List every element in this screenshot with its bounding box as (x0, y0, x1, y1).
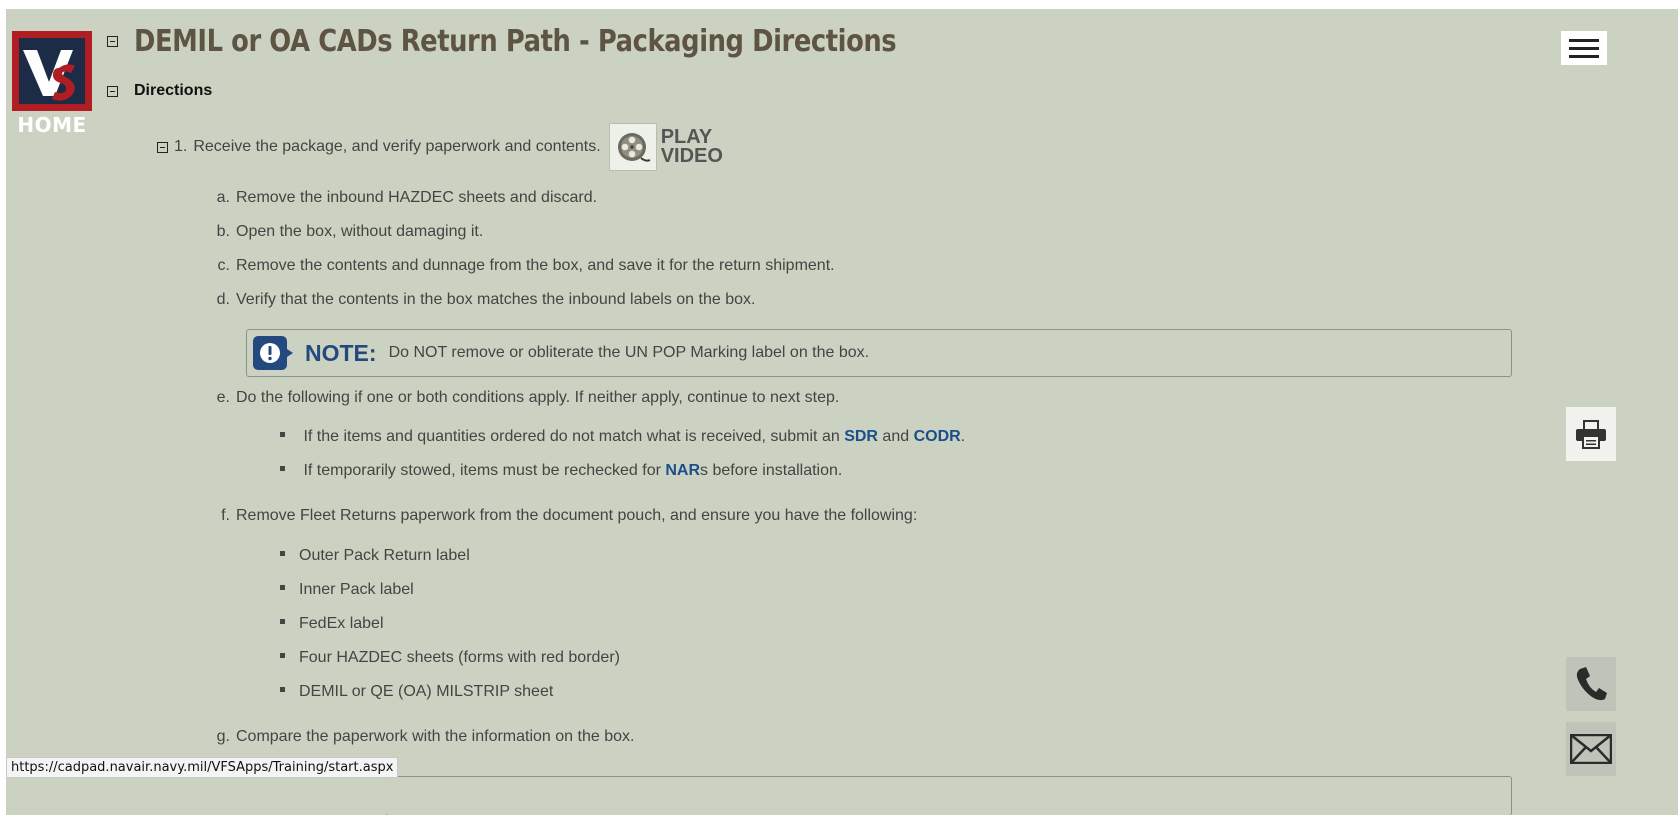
partial-note-box (386, 776, 1512, 815)
item-text: Do the following if one or both conditio… (236, 389, 840, 406)
sdr-link[interactable]: SDR (844, 428, 878, 445)
item-text: Remove Fleet Returns paperwork from the … (236, 507, 918, 524)
play-video-button[interactable]: PLAY VIDEO (608, 123, 723, 171)
vs-logo-icon (19, 38, 85, 104)
play-video-label[interactable]: PLAY VIDEO (660, 127, 723, 167)
bullet-text: If temporarily stowed, items must be rec… (303, 462, 666, 479)
item-marker: b. (216, 223, 230, 240)
step-number: 1. (174, 138, 188, 155)
codr-link[interactable]: CODR (914, 428, 961, 445)
nar-link[interactable]: NAR (665, 462, 700, 479)
item-text: Compare the paperwork with the informati… (236, 728, 635, 745)
printer-icon[interactable] (1566, 407, 1616, 461)
collapse-icon[interactable] (107, 85, 118, 97)
bullet-item: If the items and quantities ordered do n… (280, 428, 965, 446)
item-text: Remove the contents and dunnage from the… (236, 257, 835, 274)
item-marker: g. (216, 728, 230, 745)
item-marker: a. (216, 189, 230, 206)
item-marker: c. (217, 257, 230, 274)
envelope-icon[interactable] (1566, 722, 1616, 776)
page-background: HOME DEMIL or OA CADs Return Path - Pack… (6, 9, 1678, 815)
item-text: Open the box, without damaging it. (236, 223, 484, 240)
bullet-item: FedEx label (280, 615, 384, 633)
list-item: g. Compare the paperwork with the informa… (206, 728, 635, 746)
item-marker: e. (216, 389, 230, 406)
list-item: c. Remove the contents and dunnage from t… (206, 257, 835, 275)
page-title: DEMIL or OA CADs Return Path - Packaging… (134, 24, 897, 59)
logo-frame (12, 31, 92, 111)
item-marker: d. (216, 291, 230, 308)
film-reel-icon[interactable] (608, 123, 657, 171)
item-text: Verify that the contents in the box matc… (236, 291, 756, 308)
home-logo[interactable]: HOME (12, 31, 92, 137)
item-marker: f. (221, 507, 230, 524)
hamburger-menu-icon[interactable] (1561, 31, 1607, 65)
list-item: e. Do the following if one or both condit… (206, 389, 840, 407)
bullet-text: s before installation. (700, 462, 843, 479)
note-box: NOTE: Do NOT remove or obliterate the UN… (246, 329, 1512, 377)
home-label[interactable]: HOME (12, 113, 92, 137)
list-item: f. Remove Fleet Returns paperwork from th… (206, 507, 917, 525)
exclamation-icon (253, 336, 293, 370)
note-label: NOTE: (305, 339, 377, 366)
phone-icon[interactable] (1566, 657, 1616, 711)
step-1-row: 1. Receive the package, and verify paper… (157, 123, 723, 171)
status-bar-url: https://cadpad.navair.navy.mil/VFSApps/T… (6, 757, 399, 778)
title-row: DEMIL or OA CADs Return Path - Packaging… (107, 24, 1020, 59)
item-text: Remove the inbound HAZDEC sheets and dis… (236, 189, 598, 206)
bullet-item: Outer Pack Return label (280, 547, 470, 565)
menu-line (1569, 46, 1599, 50)
bullet-item: DEMIL or QE (OA) MILSTRIP sheet (280, 683, 553, 701)
section-title: Directions (134, 82, 213, 99)
play-label-line2: VIDEO (660, 145, 723, 167)
directions-header: Directions (107, 82, 212, 100)
bullet-item: If temporarily stowed, items must be rec… (280, 462, 842, 480)
list-item: a. Remove the inbound HAZDEC sheets and d… (206, 189, 597, 207)
list-item: d. Verify that the contents in the box ma… (206, 291, 756, 309)
bullet-text: If the items and quantities ordered do n… (303, 428, 845, 445)
menu-line (1569, 38, 1599, 42)
bullet-item: Inner Pack label (280, 581, 414, 599)
menu-line (1569, 54, 1599, 58)
bullet-text: . (960, 428, 966, 445)
step-text: Receive the package, and verify paperwor… (193, 138, 601, 155)
collapse-icon[interactable] (107, 36, 118, 47)
bullet-text: and (877, 428, 914, 445)
collapse-icon[interactable] (157, 141, 168, 153)
list-item: b. Open the box, without damaging it. (206, 223, 484, 241)
bullet-item: Four HAZDEC sheets (forms with red borde… (280, 649, 620, 667)
note-text: Do NOT remove or obliterate the UN POP M… (388, 344, 870, 361)
